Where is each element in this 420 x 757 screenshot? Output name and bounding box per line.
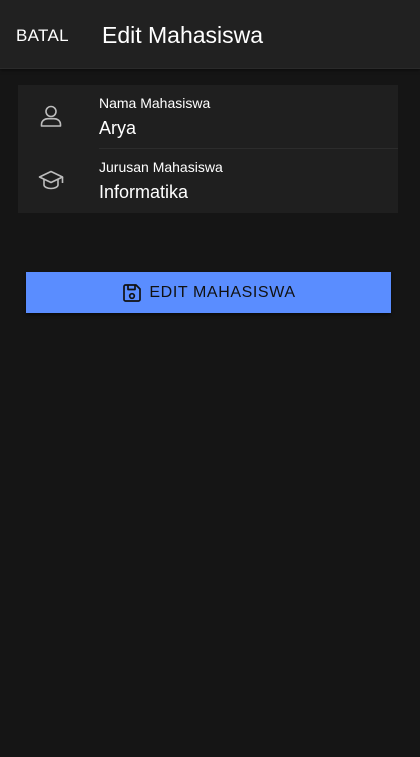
- major-form-item: Jurusan Mahasiswa: [18, 149, 398, 213]
- person-icon: [38, 103, 64, 129]
- major-field-label: Jurusan Mahasiswa: [99, 159, 223, 175]
- graduation-cap-icon: [38, 167, 64, 193]
- name-form-item: Nama Mahasiswa: [18, 85, 398, 149]
- edit-button-content: EDIT MAHASISWA: [26, 272, 391, 313]
- edit-button-label: EDIT MAHASISWA: [149, 283, 296, 301]
- save-icon: [121, 282, 143, 304]
- major-input[interactable]: [99, 180, 389, 204]
- name-input[interactable]: [99, 116, 389, 140]
- edit-student-button[interactable]: EDIT MAHASISWA: [26, 272, 391, 313]
- page-title: Edit Mahasiswa: [102, 22, 264, 48]
- cancel-button[interactable]: BATAL: [16, 25, 69, 47]
- student-form: Nama Mahasiswa Jurusan Mahasiswa: [18, 85, 398, 213]
- app-window: BATAL Edit Mahasiswa Nama Mahasiswa Arya…: [0, 0, 420, 757]
- app-header: BATAL Edit Mahasiswa: [0, 0, 420, 69]
- name-field-label: Nama Mahasiswa: [99, 95, 211, 111]
